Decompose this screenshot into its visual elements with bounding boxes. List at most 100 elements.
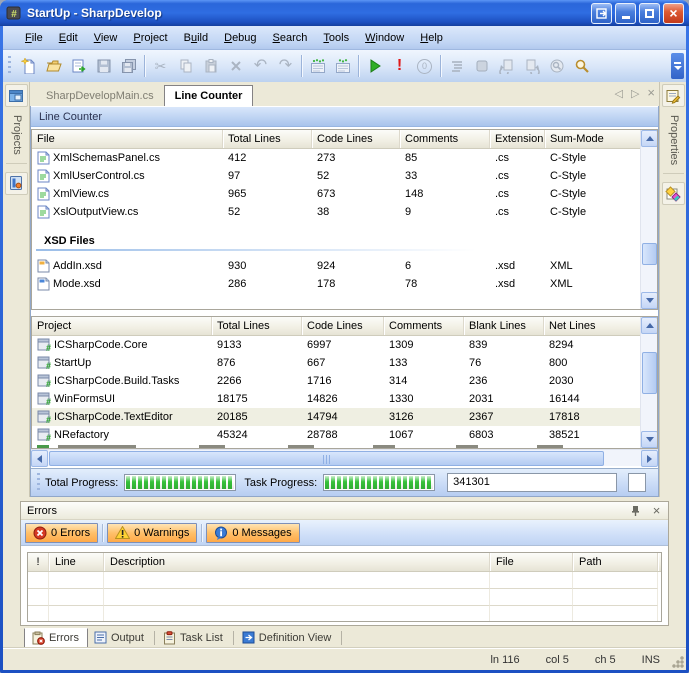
properties-pad-label[interactable]: Properties — [666, 115, 680, 165]
save-all-button[interactable] — [116, 54, 141, 79]
column-header[interactable]: Total Lines — [223, 130, 312, 148]
column-header[interactable]: Extension — [490, 130, 545, 148]
table-row[interactable]: XmlUserControl.cs 975233.csC-Style — [32, 167, 642, 185]
tab-output[interactable]: Output — [88, 629, 152, 646]
scrollbar-thumb[interactable] — [49, 451, 604, 466]
profile-button[interactable]: 0 — [412, 54, 437, 79]
find-references-button[interactable] — [544, 54, 569, 79]
tools-pad-button[interactable] — [5, 172, 28, 195]
toolbar-overflow-button[interactable] — [671, 53, 684, 79]
delete-button[interactable] — [223, 54, 248, 79]
column-header[interactable]: Sum-Mode — [545, 130, 642, 148]
column-header[interactable]: Line — [49, 553, 104, 571]
scroll-left-button[interactable] — [31, 450, 48, 467]
step-back-button[interactable] — [494, 54, 519, 79]
run-button[interactable] — [362, 54, 387, 79]
resize-grip[interactable] — [671, 655, 684, 668]
cut-button[interactable]: ✂ — [148, 54, 173, 79]
column-header[interactable]: Project — [32, 317, 212, 335]
tab-task-list[interactable]: Task List — [157, 629, 231, 647]
column-header[interactable]: File — [32, 130, 223, 148]
strip-grip[interactable] — [36, 473, 41, 493]
menu-help[interactable]: Help — [412, 29, 451, 47]
scroll-up-button[interactable] — [641, 130, 658, 147]
table-row[interactable]: #NRefactory 45324287881067680338521 — [32, 426, 642, 444]
minimize-button[interactable] — [615, 3, 636, 24]
search-button[interactable] — [569, 54, 594, 79]
warnings-filter-button[interactable]: 0 Warnings — [107, 523, 197, 543]
table-row-selected[interactable]: #ICSharpCode.TextEditor 2018514794312623… — [32, 408, 642, 426]
save-file-button[interactable] — [91, 54, 116, 79]
paste-button[interactable] — [198, 54, 223, 79]
column-header[interactable]: Comments — [384, 317, 464, 335]
comment-region-button[interactable] — [305, 54, 330, 79]
table-row[interactable]: #ICSharpCode.Core 9133699713098398294 — [32, 336, 642, 354]
errors-filter-button[interactable]: 0 Errors — [25, 523, 98, 543]
files-table-scrollbar[interactable] — [640, 130, 657, 309]
column-header[interactable]: Code Lines — [302, 317, 384, 335]
uncomment-region-button[interactable] — [330, 54, 355, 79]
step-forward-button[interactable] — [519, 54, 544, 79]
projects-table-scrollbar[interactable] — [640, 317, 657, 448]
stop-button[interactable] — [469, 54, 494, 79]
menu-tools[interactable]: Tools — [315, 29, 357, 47]
scroll-down-button[interactable] — [641, 431, 658, 448]
scrollbar-thumb[interactable] — [642, 352, 657, 394]
column-header[interactable]: Description — [104, 553, 490, 571]
open-solution-button[interactable] — [66, 54, 91, 79]
new-file-button[interactable] — [16, 54, 41, 79]
column-header[interactable]: Total Lines — [212, 317, 302, 335]
menu-edit[interactable]: Edit — [51, 29, 86, 47]
indent-button[interactable] — [444, 54, 469, 79]
tasks-pad-button[interactable] — [662, 182, 685, 205]
tab-sharpdevelopmain[interactable]: SharpDevelopMain.cs — [36, 86, 164, 106]
properties-pad-button[interactable] — [662, 84, 685, 107]
column-header[interactable]: File — [490, 553, 573, 571]
column-header[interactable]: Code Lines — [312, 130, 400, 148]
messages-filter-button[interactable]: 0 Messages — [206, 523, 299, 543]
projects-pad-label[interactable]: Projects — [9, 115, 23, 155]
prev-tab-icon[interactable]: ◁ — [614, 87, 622, 100]
column-header[interactable]: ! — [28, 553, 49, 571]
toolbar-grip[interactable] — [7, 56, 12, 76]
scroll-up-button[interactable] — [641, 317, 658, 334]
undo-button[interactable]: ↶ — [248, 54, 273, 79]
redo-button[interactable]: ↷ — [273, 54, 298, 79]
close-panel-icon[interactable]: × — [649, 504, 664, 518]
scroll-right-button[interactable] — [641, 450, 658, 467]
menu-search[interactable]: Search — [265, 29, 316, 47]
menu-view[interactable]: View — [86, 29, 126, 47]
tab-line-counter[interactable]: Line Counter — [164, 85, 254, 106]
table-row[interactable]: XmlView.cs 965673148.csC-Style — [32, 185, 642, 203]
table-row[interactable]: XmlSchemasPanel.cs 41227385.csC-Style — [32, 149, 642, 167]
close-tab-icon[interactable]: × — [647, 87, 655, 100]
table-row[interactable]: #WinFormsUI 18175148261330203116144 — [32, 390, 642, 408]
abort-button[interactable]: ! — [387, 54, 412, 79]
close-button[interactable]: × — [663, 3, 684, 24]
table-row[interactable]: AddIn.xsd 9309246.xsdXML — [32, 257, 642, 275]
copy-button[interactable] — [173, 54, 198, 79]
horizontal-scrollbar[interactable] — [31, 449, 658, 466]
scrollbar-thumb[interactable] — [642, 243, 657, 265]
undock-button[interactable] — [591, 3, 612, 24]
menu-file[interactable]: File — [17, 29, 51, 47]
column-header[interactable]: Comments — [400, 130, 490, 148]
tab-errors[interactable]: Errors — [24, 628, 88, 648]
menu-window[interactable]: Window — [357, 29, 412, 47]
menu-project[interactable]: Project — [125, 29, 175, 47]
column-header[interactable]: Blank Lines — [464, 317, 544, 335]
menu-build[interactable]: Build — [176, 29, 216, 47]
table-row[interactable]: XslOutputView.cs 52389.csC-Style — [32, 203, 642, 221]
tab-definition-view[interactable]: Definition View — [236, 629, 340, 646]
projects-pad-button[interactable] — [5, 84, 28, 107]
menu-debug[interactable]: Debug — [216, 29, 264, 47]
progress-value-field[interactable]: 341301 — [447, 473, 617, 492]
table-row[interactable]: #ICSharpCode.Build.Tasks 226617163142362… — [32, 372, 642, 390]
column-header[interactable]: Path — [573, 553, 658, 571]
next-tab-icon[interactable]: ▷ — [631, 87, 639, 100]
pin-icon[interactable] — [628, 504, 643, 518]
table-row[interactable]: #StartUp 87666713376800 — [32, 354, 642, 372]
table-row[interactable]: Mode.xsd 28617878.xsdXML — [32, 275, 642, 293]
column-header[interactable]: Net Lines — [544, 317, 642, 335]
maximize-button[interactable] — [639, 3, 660, 24]
